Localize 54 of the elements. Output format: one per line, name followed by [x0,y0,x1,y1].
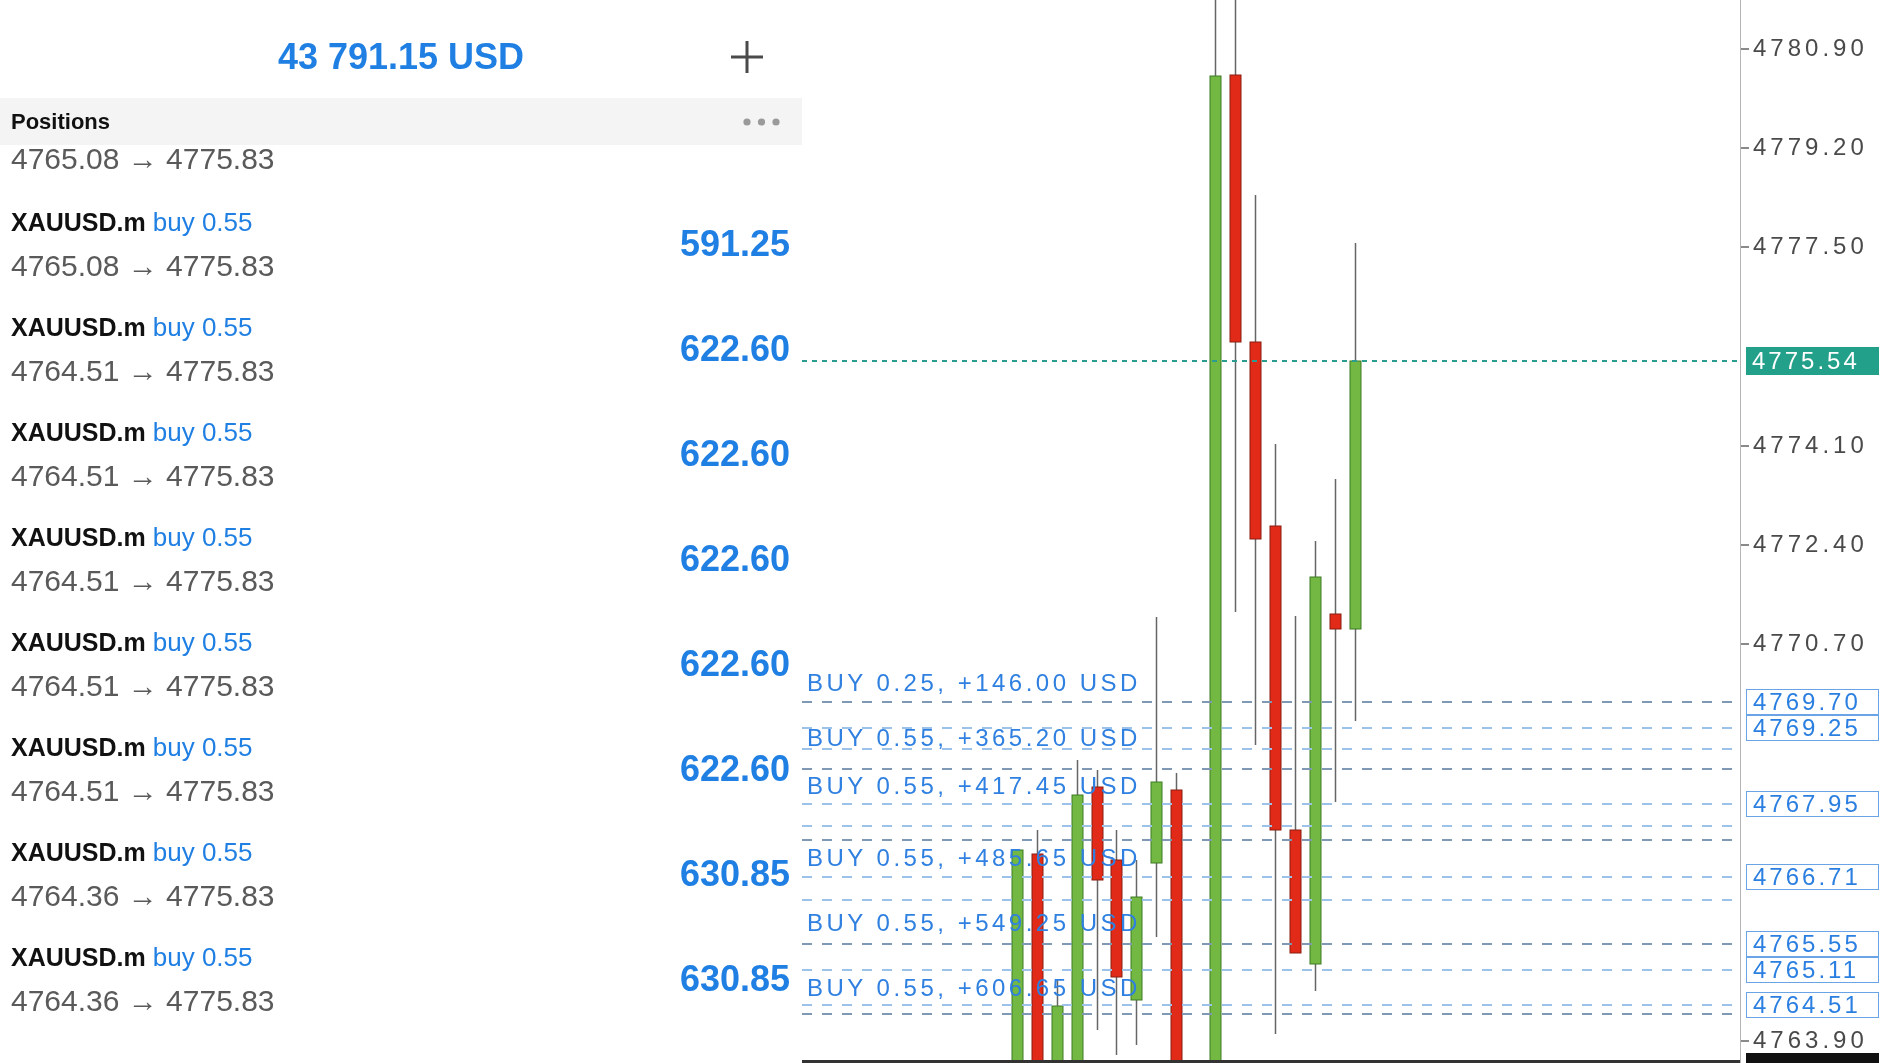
price-tick-label: 4780.90 [1753,35,1868,61]
price-range: 4764.51 → 4775.83 [11,772,275,809]
price-range: 4765.08 → 4775.83 [11,145,275,173]
price-range: 4765.08 → 4775.83 [11,247,275,284]
price-range: 4764.51 → 4775.83 [11,667,275,704]
order-price-tag: 4767.95 [1746,791,1879,817]
order-price-tag: 4765.11 [1746,957,1879,983]
trade-side-label: buy 0.55 [152,205,253,239]
more-button[interactable] [743,117,780,126]
price-tick-label: 4779.20 [1753,134,1868,160]
order-price-tag: 4766.71 [1746,864,1879,890]
profit-value: 622.60 [679,327,790,370]
symbol-label: XAUUSD.m [11,311,146,343]
section-title: Positions [11,108,110,135]
price-range: 4764.51 → 4775.83 [11,562,275,599]
price-tick-label: 4777.50 [1753,233,1868,259]
symbol-label: XAUUSD.m [11,521,146,553]
current-price-tag: 4775.54 [1746,347,1879,375]
price-tick-label: 4763.90 [1753,1027,1868,1053]
symbol-label: XAUUSD.m [11,206,146,238]
profit-value: 622.60 [679,537,790,580]
balance-amount: 43 791.15 USD [277,36,525,78]
trade-side-label: buy 0.55 [152,730,253,764]
trade-side-label: buy 0.55 [152,835,253,869]
symbol-label: XAUUSD.m [11,626,146,658]
trade-side-label: buy 0.55 [152,310,253,344]
profit-value: 622.60 [679,432,790,475]
profit-value: 622.60 [679,747,790,790]
trade-side-label: buy 0.55 [152,415,253,449]
price-range: 4764.36 → 4775.83 [11,877,275,914]
symbol-label: XAUUSD.m [11,731,146,763]
price-range: 4764.51 → 4775.83 [11,457,275,494]
trade-side-label: buy 0.55 [152,520,253,554]
order-price-tag: 4769.70 [1746,689,1879,715]
profit-value: 630.85 [679,957,790,1000]
price-tick-label: 4774.10 [1753,432,1868,458]
price-tick-label: 4770.70 [1753,630,1868,656]
order-price-tag: 4764.51 [1746,992,1879,1018]
price-range: 4764.51 → 4775.83 [11,352,275,389]
add-button[interactable] [730,40,764,74]
price-tick-label: 4772.40 [1753,531,1868,557]
plus-icon [730,40,764,74]
profit-value: 591.25 [679,222,790,265]
order-price-tag: 4765.55 [1746,931,1879,957]
trade-side-label: buy 0.55 [152,940,253,974]
order-price-tag: 4769.25 [1746,715,1879,741]
trade-side-label: buy 0.55 [152,625,253,659]
price-range: 4764.36 → 4775.83 [11,982,275,1019]
profit-value: 622.60 [679,642,790,685]
symbol-label: XAUUSD.m [11,941,146,973]
symbol-label: XAUUSD.m [11,836,146,868]
symbol-label: XAUUSD.m [11,416,146,448]
profit-value: 630.85 [679,852,790,895]
more-icon [743,117,780,126]
